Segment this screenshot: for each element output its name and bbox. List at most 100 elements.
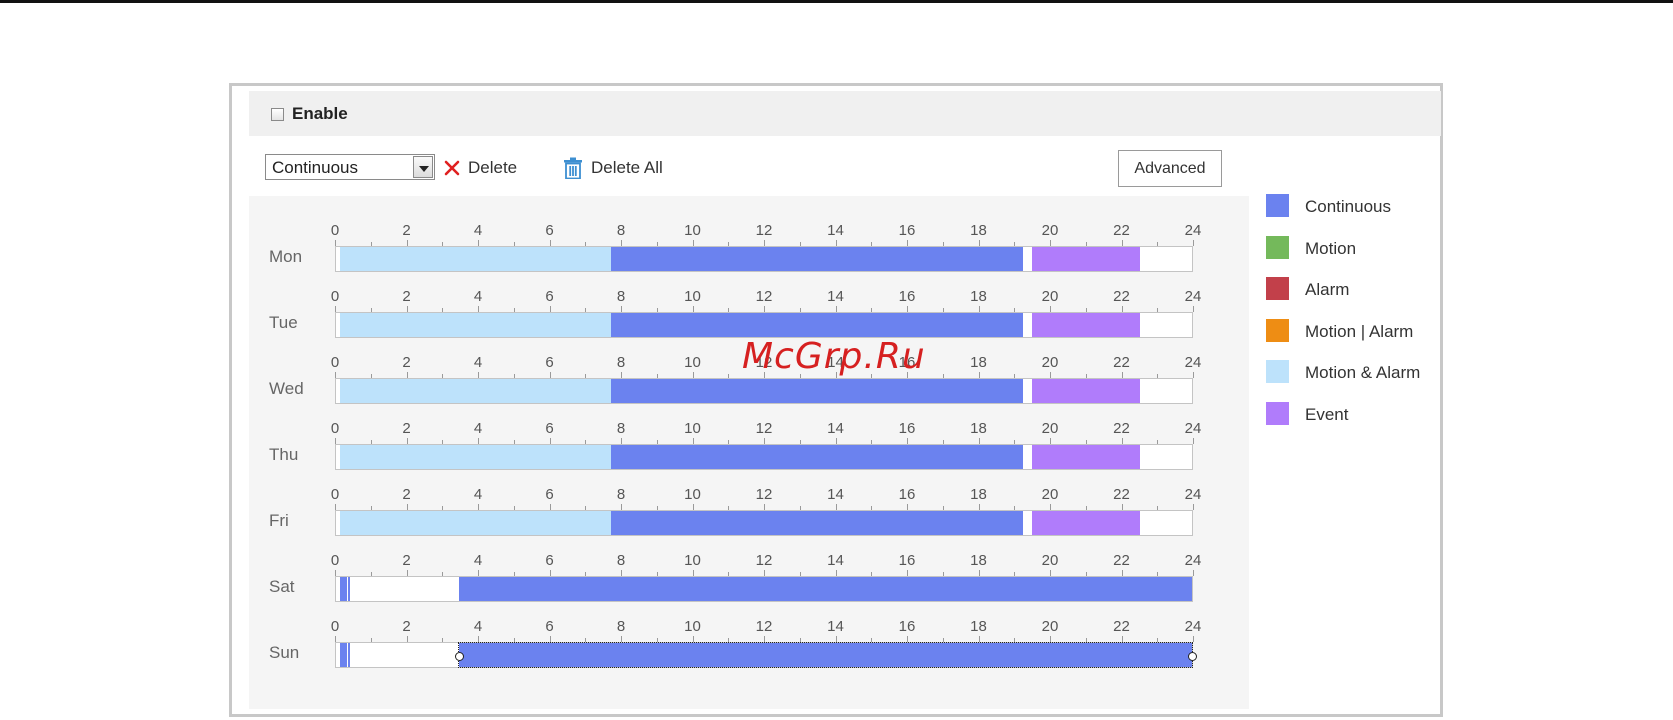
hour-tick-label: 0 bbox=[330, 420, 340, 437]
legend-item: Motion | Alarm bbox=[1266, 318, 1466, 343]
legend-swatch bbox=[1266, 318, 1289, 342]
hour-tick-label: 24 bbox=[1184, 354, 1202, 371]
hour-tick-label: 18 bbox=[970, 420, 987, 437]
hour-tick-label: 10 bbox=[684, 354, 701, 371]
hour-tick-label: 18 bbox=[970, 486, 987, 503]
legend-item: Motion bbox=[1266, 235, 1466, 260]
hour-tick-label: 4 bbox=[473, 552, 483, 569]
hour-tick-label: 6 bbox=[545, 222, 554, 239]
hour-tick-label: 8 bbox=[616, 618, 626, 635]
hour-tick-label: 20 bbox=[1041, 552, 1059, 569]
hour-tick-label: 14 bbox=[827, 288, 844, 305]
hour-tick-label: 6 bbox=[545, 618, 554, 635]
legend-item: Alarm bbox=[1266, 277, 1466, 301]
hour-tick-label: 18 bbox=[970, 552, 987, 569]
hour-tick-label: 18 bbox=[970, 222, 987, 239]
hour-tick-mark bbox=[1193, 438, 1194, 444]
hour-tick-label: 20 bbox=[1041, 618, 1059, 635]
legend-swatch bbox=[1266, 277, 1289, 300]
hour-tick-label: 22 bbox=[1113, 618, 1130, 635]
hour-tick-label: 2 bbox=[402, 288, 411, 305]
hour-tick-mark bbox=[1193, 240, 1194, 246]
hour-tick-label: 8 bbox=[616, 486, 626, 503]
hour-tick-label: 12 bbox=[755, 420, 773, 437]
hour-tick-label: 16 bbox=[898, 288, 916, 305]
hour-tick-label: 8 bbox=[616, 552, 626, 569]
hour-tick-label: 6 bbox=[545, 354, 554, 371]
hour-tick-label: 4 bbox=[473, 420, 483, 437]
hour-tick-label: 8 bbox=[616, 288, 626, 305]
hour-tick-label: 20 bbox=[1041, 288, 1059, 305]
hour-tick-label: 16 bbox=[898, 486, 916, 503]
hour-tick-label: 0 bbox=[330, 486, 340, 503]
hour-tick-label: 16 bbox=[898, 222, 916, 239]
enable-label: Enable bbox=[292, 104, 348, 123]
segment-resize-handle[interactable] bbox=[455, 652, 465, 661]
hour-tick-label: 20 bbox=[1041, 486, 1059, 503]
schedule-segment[interactable] bbox=[458, 642, 1193, 668]
hour-tick-label: 8 bbox=[616, 222, 626, 239]
day-row-sun: Sun 0 2 4 6 8 10 12 14 16 18 20 22 24 bbox=[249, 592, 1249, 668]
hour-tick-label: 10 bbox=[684, 288, 701, 305]
hour-tick-mark bbox=[1193, 306, 1194, 312]
hour-tick-label: 20 bbox=[1041, 354, 1059, 371]
hour-tick-label: 12 bbox=[755, 552, 773, 569]
hour-tick-label: 0 bbox=[330, 618, 340, 635]
day-row-sat: Sat 0 2 4 6 8 10 12 14 16 18 20 22 24 bbox=[249, 526, 1249, 602]
hour-tick-label: 24 bbox=[1184, 222, 1202, 239]
schedule-panel: Enable Continuous Delete Delete All Adva… bbox=[229, 83, 1443, 717]
hour-tick-label: 6 bbox=[545, 486, 554, 503]
hour-tick-label: 4 bbox=[473, 486, 483, 503]
hour-tick-label: 2 bbox=[402, 552, 411, 569]
top-border-line bbox=[0, 0, 1673, 3]
hour-tick-label: 20 bbox=[1041, 420, 1059, 437]
hour-tick-label: 2 bbox=[402, 420, 411, 437]
record-type-value: Continuous bbox=[272, 158, 359, 177]
segment-resize-handle[interactable] bbox=[1188, 652, 1197, 661]
advanced-button[interactable]: Advanced bbox=[1118, 150, 1222, 187]
schedule-segment[interactable] bbox=[348, 643, 350, 667]
legend-label: Event bbox=[1305, 404, 1349, 424]
legend-swatch bbox=[1266, 401, 1289, 425]
hour-tick-label: 12 bbox=[755, 486, 773, 503]
record-type-select[interactable]: Continuous bbox=[265, 154, 435, 180]
hour-tick-label: 10 bbox=[684, 486, 701, 503]
hour-tick-label: 4 bbox=[473, 288, 483, 305]
hour-tick-label: 12 bbox=[755, 618, 773, 635]
enable-bar: Enable bbox=[249, 91, 1441, 136]
hour-tick-label: 0 bbox=[330, 222, 340, 239]
hour-tick-label: 6 bbox=[545, 288, 554, 305]
day-row-fri: Fri 0 2 4 6 8 10 12 14 16 18 20 22 24 bbox=[249, 460, 1249, 536]
day-row-tue: Tue 0 2 4 6 8 10 12 14 16 18 20 22 24 bbox=[249, 262, 1249, 338]
chevron-down-icon[interactable] bbox=[413, 156, 433, 178]
hour-tick-label: 8 bbox=[616, 420, 626, 437]
legend-label: Motion | Alarm bbox=[1305, 321, 1414, 341]
day-schedule-bar[interactable] bbox=[335, 642, 1197, 668]
legend-label: Alarm bbox=[1305, 280, 1350, 299]
hour-tick-label: 10 bbox=[684, 552, 701, 569]
hour-tick-label: 6 bbox=[545, 552, 554, 569]
hour-tick-label: 2 bbox=[402, 354, 411, 371]
hour-tick-label: 18 bbox=[970, 618, 987, 635]
hour-tick-mark bbox=[1193, 372, 1194, 378]
hour-tick-label: 2 bbox=[402, 222, 411, 239]
delete-all-button[interactable]: Delete All bbox=[563, 156, 663, 180]
hour-tick-label: 6 bbox=[545, 420, 554, 437]
delete-button[interactable]: Delete bbox=[444, 156, 517, 180]
hour-tick-label: 10 bbox=[684, 420, 701, 437]
hour-tick-label: 12 bbox=[755, 288, 773, 305]
weekly-timeline: Mon 0 2 4 6 8 10 12 14 16 18 20 22 24 Tue 0 2 4 6 8 10 12 14 16… bbox=[249, 196, 1249, 709]
enable-checkbox[interactable] bbox=[271, 108, 284, 121]
hour-tick-label: 24 bbox=[1184, 420, 1202, 437]
day-label: Sun bbox=[269, 643, 300, 662]
hour-tick-label: 4 bbox=[473, 354, 483, 371]
legend-label: Motion & Alarm bbox=[1305, 363, 1421, 382]
hour-tick-label: 14 bbox=[827, 420, 844, 437]
hour-tick-label: 22 bbox=[1113, 288, 1130, 305]
hour-tick-mark bbox=[1193, 570, 1194, 576]
hour-tick-mark bbox=[1193, 504, 1194, 510]
schedule-segment[interactable] bbox=[339, 643, 347, 667]
hour-tick-label: 8 bbox=[616, 354, 626, 371]
legend-item: Event bbox=[1266, 401, 1466, 426]
hour-tick-label: 18 bbox=[970, 288, 987, 305]
